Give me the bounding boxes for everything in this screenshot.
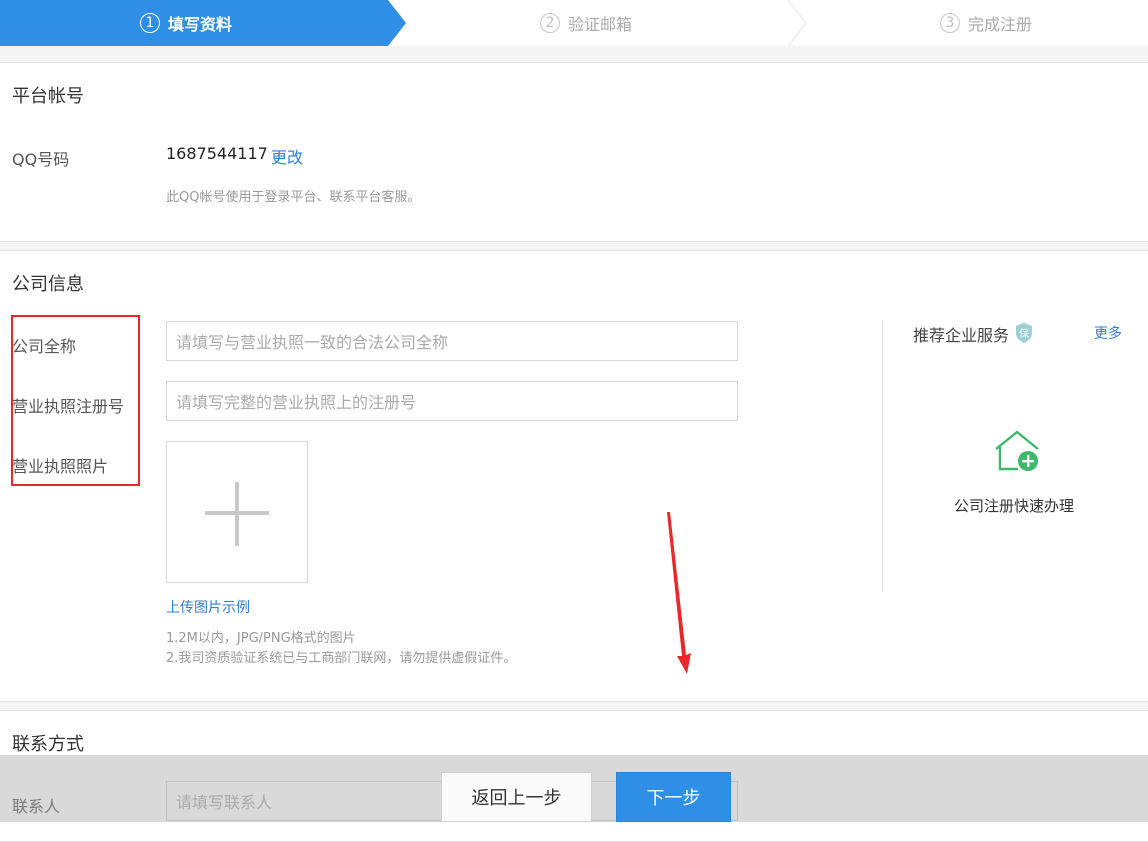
license-photo-upload[interactable]	[166, 441, 308, 583]
annotation-highlight-box	[11, 315, 140, 486]
recommended-services-title: 推荐企业服务	[913, 326, 1010, 345]
company-registration-service[interactable]: 公司注册快速办理	[954, 495, 1074, 516]
house-plus-icon[interactable]	[992, 429, 1042, 473]
company-name-input[interactable]: 请填写与营业执照一致的合法公司全称	[166, 321, 738, 361]
more-services-link[interactable]: 更多	[1094, 323, 1122, 343]
change-qq-link[interactable]: 更改	[271, 144, 303, 168]
step-3-number: 3	[940, 13, 960, 33]
step-2-number: 2	[540, 13, 560, 33]
company-section-title: 公司信息	[12, 274, 84, 295]
step-2-label: 验证邮箱	[568, 15, 633, 34]
svg-text:保: 保	[1019, 327, 1029, 340]
step-1-number: 1	[140, 13, 160, 33]
upload-example-link[interactable]: 上传图片示例	[166, 597, 250, 617]
back-button[interactable]: 返回上一步	[441, 772, 592, 822]
next-button[interactable]: 下一步	[616, 772, 731, 822]
step-progress-bar: 1 填写资料 2 验证邮箱 3 完成注册	[0, 0, 1148, 46]
qq-label: QQ号码	[12, 150, 70, 169]
qq-hint: 此QQ帐号使用于登录平台、联系平台客服。	[166, 190, 421, 205]
upload-hint-1: 1.2M以内，JPG/PNG格式的图片	[166, 631, 356, 646]
step-3-label: 完成注册	[968, 15, 1033, 34]
license-number-input[interactable]: 请填写完整的营业执照上的注册号	[166, 381, 738, 421]
annotation-arrow-icon	[667, 512, 691, 674]
plus-icon	[205, 482, 269, 546]
platform-account-section: 平台帐号 QQ号码 1687544117 更改 此QQ帐号使用于登录平台、联系平…	[0, 62, 1148, 242]
company-info-section: 公司信息 公司全称 请填写与营业执照一致的合法公司全称 营业执照注册号 请填写完…	[0, 250, 1148, 702]
step-3: 3 完成注册	[940, 0, 1032, 46]
qq-value: 1687544117	[166, 144, 268, 163]
upload-hint-2: 2.我司资质验证系统已与工商部门联网，请勿提供虚假证件。	[166, 651, 517, 666]
step-1: 1 填写资料	[140, 0, 232, 46]
contact-section-title: 联系方式	[12, 734, 84, 755]
step-1-label: 填写资料	[168, 15, 233, 34]
side-panel-divider	[882, 320, 883, 592]
shield-badge-icon: 保	[1016, 323, 1032, 343]
step-2: 2 验证邮箱	[540, 0, 632, 46]
platform-section-title: 平台帐号	[12, 86, 84, 107]
step-separator-icon	[788, 0, 806, 46]
